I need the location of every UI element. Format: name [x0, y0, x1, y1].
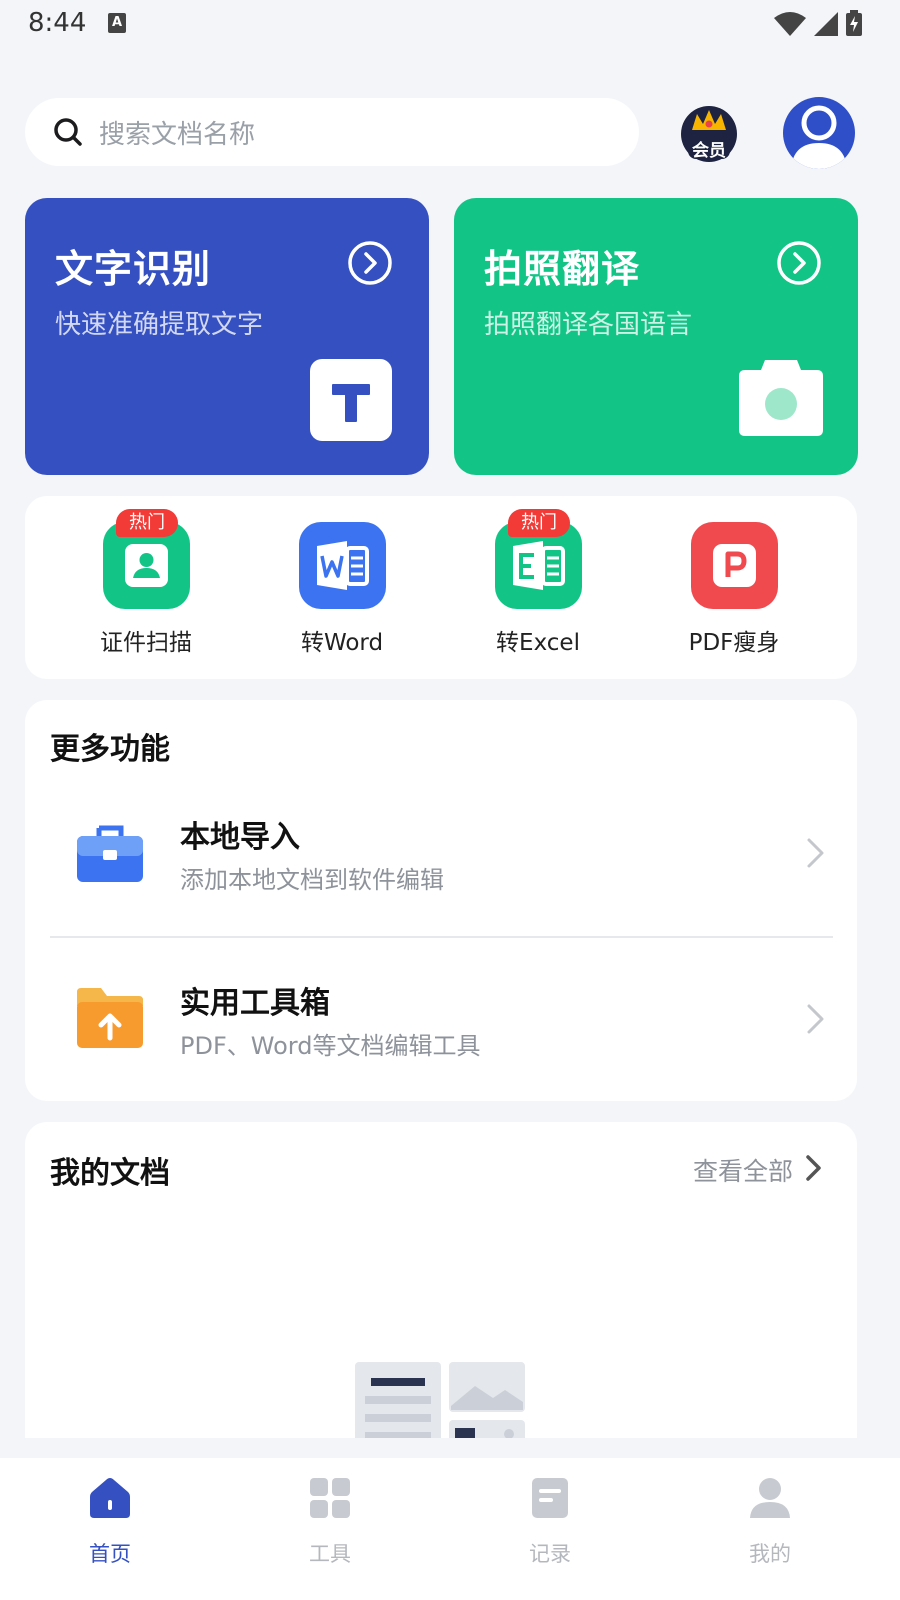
tool-to-word[interactable]: 转Word	[262, 522, 422, 657]
more-functions-title: 更多功能	[50, 732, 170, 767]
ocr-card-subtitle: 快速准确提取文字	[55, 310, 264, 340]
search-input[interactable]: 搜索文档名称	[25, 98, 639, 166]
vip-badge[interactable]: 会员	[680, 100, 738, 166]
nav-mine[interactable]: 我的	[710, 1476, 830, 1568]
status-time: 8:44	[28, 8, 87, 38]
battery-icon	[846, 10, 862, 36]
tool-label: 转Word	[300, 630, 384, 656]
word-icon	[298, 522, 386, 609]
chevron-right-icon	[807, 1004, 824, 1034]
nav-home-label: 首页	[89, 1542, 131, 1566]
divider	[50, 936, 833, 938]
tool-to-excel[interactable]: 热门 转Excel	[458, 509, 618, 657]
my-docs-title: 我的文档	[50, 1156, 170, 1191]
document-icon	[532, 1478, 568, 1518]
more-functions-panel: 更多功能 本地导入 添加本地文档到软件编辑 实用工具箱 PDF、Word等文档编…	[25, 700, 857, 1101]
my-docs-panel: 我的文档 查看全部	[25, 1122, 857, 1438]
search-placeholder: 搜索文档名称	[99, 119, 256, 150]
wifi-icon	[774, 12, 806, 36]
text-t-icon	[310, 359, 392, 441]
nav-records-label: 记录	[529, 1542, 571, 1566]
local-import-row[interactable]: 本地导入 添加本地文档到软件编辑	[25, 778, 857, 928]
translate-card-title: 拍照翻译	[484, 247, 641, 291]
local-import-title: 本地导入	[180, 820, 300, 855]
tool-pdf-compress[interactable]: PDF瘦身	[654, 522, 814, 657]
tool-label: PDF瘦身	[688, 630, 780, 656]
nav-records[interactable]: 记录	[490, 1476, 610, 1568]
arrow-right-circle-icon	[348, 241, 392, 285]
briefcase-icon	[77, 825, 143, 882]
toolbox-row[interactable]: 实用工具箱 PDF、Word等文档编辑工具	[25, 944, 857, 1094]
vip-label: 会员	[692, 141, 726, 161]
bottom-nav: 首页 工具 记录 我的	[0, 1458, 900, 1600]
local-import-subtitle: 添加本地文档到软件编辑	[180, 866, 444, 894]
tool-label: 证件扫描	[100, 630, 192, 656]
nav-tools-label: 工具	[309, 1542, 351, 1566]
tool-label: 转Excel	[496, 630, 580, 656]
toolbox-subtitle: PDF、Word等文档编辑工具	[180, 1032, 481, 1060]
translate-card-subtitle: 拍照翻译各国语言	[484, 310, 693, 340]
ocr-card-title: 文字识别	[55, 247, 212, 291]
chevron-right-icon	[807, 838, 824, 868]
tool-id-scan[interactable]: 热门 证件扫描	[66, 509, 226, 657]
chevron-right-icon[interactable]	[805, 1154, 823, 1182]
search-icon	[54, 118, 82, 146]
status-icons	[774, 10, 862, 36]
toolbox-title: 实用工具箱	[180, 986, 330, 1021]
quick-tools-panel: 热门 证件扫描 转Word 热门 转Excel PDF瘦身	[25, 496, 857, 679]
hot-badge: 热门	[116, 509, 178, 537]
empty-docs-illustration	[355, 1362, 525, 1438]
notification-icon: A	[108, 13, 126, 33]
nav-tools[interactable]: 工具	[270, 1476, 390, 1568]
camera-icon	[739, 360, 823, 436]
signal-icon	[814, 12, 838, 36]
folder-upload-icon	[77, 988, 143, 1048]
nav-home[interactable]: 首页	[50, 1476, 170, 1568]
user-avatar-icon	[791, 105, 847, 169]
home-icon	[90, 1478, 130, 1518]
status-bar: 8:44 A	[0, 0, 900, 50]
hot-badge: 热门	[508, 509, 570, 537]
view-all-link[interactable]: 查看全部	[693, 1152, 793, 1188]
ocr-card[interactable]: 文字识别 快速准确提取文字	[25, 198, 429, 475]
nav-mine-label: 我的	[749, 1542, 791, 1566]
grid-icon	[310, 1478, 350, 1518]
arrow-right-circle-icon	[777, 241, 821, 285]
translate-card[interactable]: 拍照翻译 拍照翻译各国语言	[454, 198, 858, 475]
avatar[interactable]	[783, 97, 855, 169]
pdf-icon	[690, 522, 778, 609]
user-icon	[750, 1478, 790, 1518]
